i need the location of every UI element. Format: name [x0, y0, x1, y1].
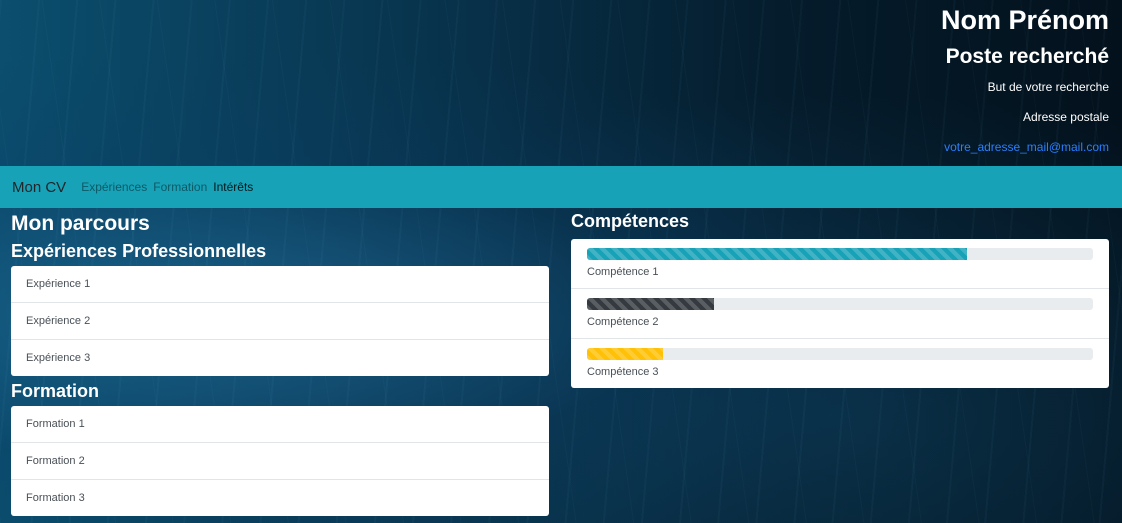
skill-progress-fill	[587, 298, 714, 310]
experience-item: Expérience 1	[26, 278, 91, 290]
formation-title: Formation	[11, 381, 99, 401]
experiences-list: Expérience 1 Expérience 2 Expérience 3	[11, 266, 549, 376]
skill-label: Compétence 1	[587, 266, 659, 278]
experience-item: Expérience 3	[11, 339, 549, 376]
header-info: Nom Prénom Poste recherché But de votre …	[941, 0, 1109, 156]
postal-address: Adresse postale	[1022, 110, 1109, 124]
competences-title: Compétences	[571, 211, 690, 231]
skill-label: Compétence 3	[587, 366, 659, 378]
person-name: Nom Prénom	[940, 5, 1109, 35]
job-title: Poste recherché	[945, 45, 1109, 68]
search-goal: But de votre recherche	[987, 80, 1109, 94]
experiences-title: Expériences Professionnelles	[11, 241, 267, 261]
skill-progress-bar	[587, 298, 1093, 310]
nav-link-formation[interactable]: Formation	[153, 180, 207, 194]
navbar: Mon CV Expériences Formation Intérêts	[0, 166, 1122, 208]
email-link[interactable]: votre_adresse_mail@mail.com	[944, 140, 1109, 154]
parcours-title: Mon parcours	[11, 212, 150, 235]
formation-item: Formation 1	[26, 418, 85, 430]
skill-progress-bar	[587, 348, 1093, 360]
competences-card: Compétence 1 Compétence 2 Compétence 3	[571, 239, 1109, 388]
competences-column: Compétences Compétence 1 Compétence 2 Co…	[571, 208, 1109, 388]
header: Nom Prénom Poste recherché But de votre …	[0, 0, 1122, 166]
skill-progress-fill	[587, 348, 663, 360]
nav-link-interets[interactable]: Intérêts	[213, 180, 253, 194]
skill-progress-fill	[587, 248, 967, 260]
nav-link-experiences[interactable]: Expériences	[81, 180, 147, 194]
skill-item: Compétence 3	[571, 338, 1109, 388]
experience-item: Expérience 2	[11, 302, 549, 339]
skill-item: Compétence 2	[571, 288, 1109, 338]
skill-progress-bar	[587, 248, 1093, 260]
skill-label: Compétence 2	[587, 316, 659, 328]
parcours-column: Mon parcours Expériences Professionnelle…	[11, 208, 549, 519]
formation-item: Formation 3	[11, 479, 549, 516]
skill-item: Compétence 1	[571, 239, 1109, 288]
formations-list: Formation 1 Formation 2 Formation 3	[11, 406, 549, 516]
navbar-brand[interactable]: Mon CV	[12, 179, 66, 196]
formation-item: Formation 2	[11, 442, 549, 479]
